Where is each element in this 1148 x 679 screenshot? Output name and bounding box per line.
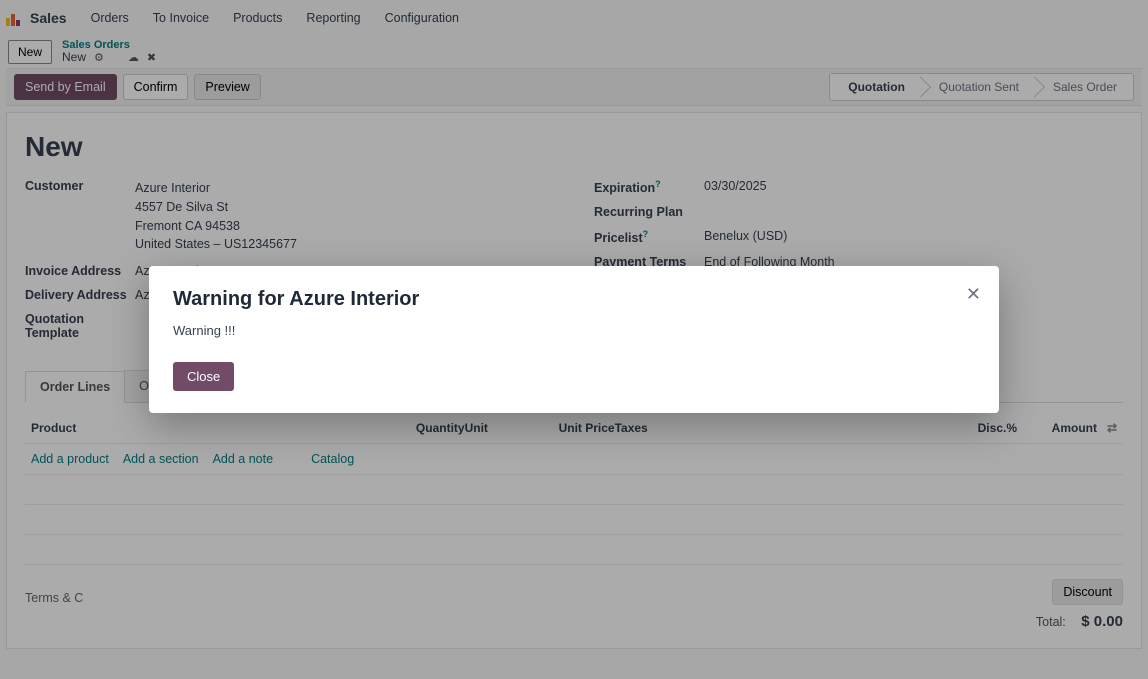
warning-dialog: ✕ Warning for Azure Interior Warning !!!… [149,266,999,413]
dialog-body: Warning !!! [173,323,975,338]
dialog-title: Warning for Azure Interior [173,288,975,311]
dialog-close-button[interactable]: Close [173,362,234,391]
close-icon[interactable]: ✕ [966,284,981,305]
modal-overlay[interactable]: ✕ Warning for Azure Interior Warning !!!… [0,0,1148,679]
